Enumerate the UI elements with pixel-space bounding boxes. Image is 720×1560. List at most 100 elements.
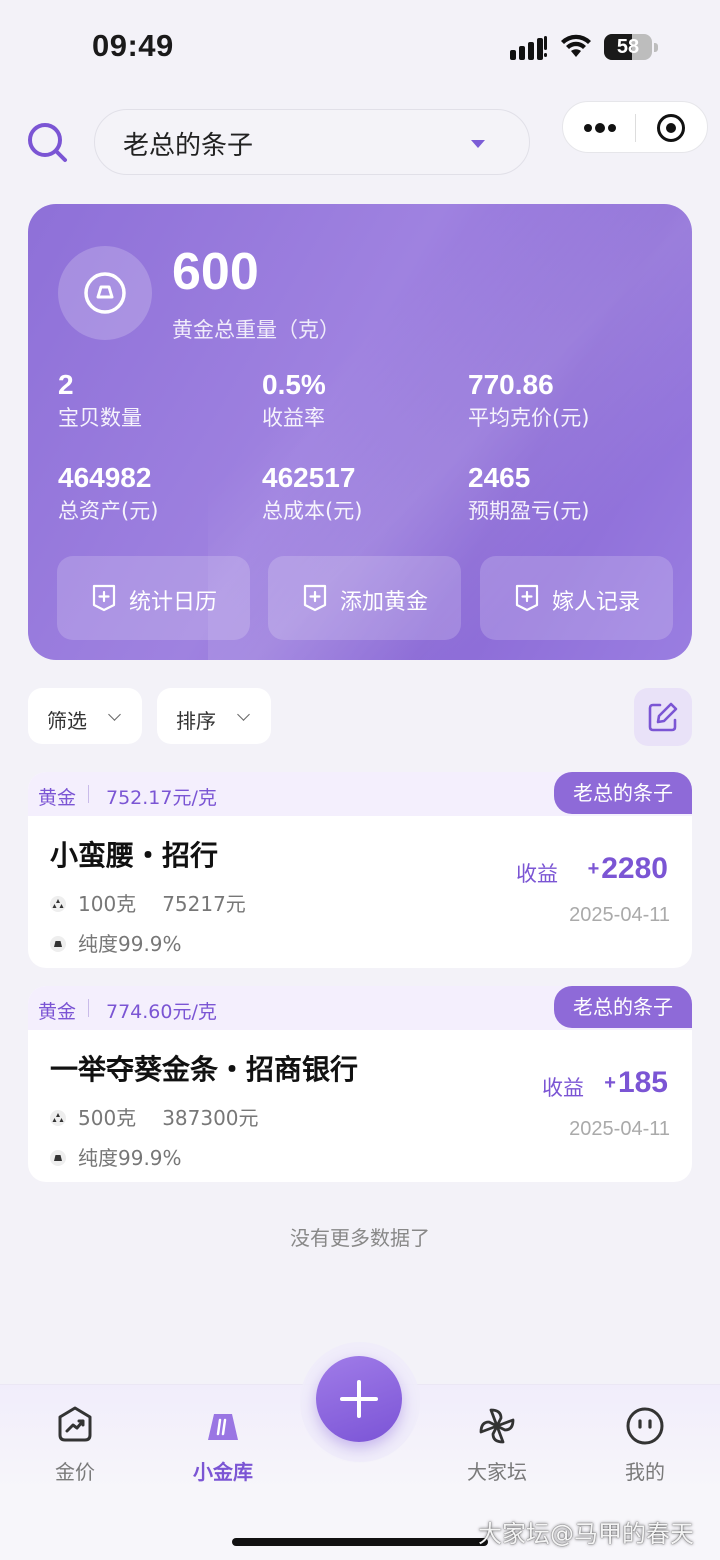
chevron-down-icon — [237, 708, 250, 721]
sort-dropdown[interactable]: 排序 — [157, 688, 271, 744]
marriage-record-button[interactable]: 嫁人记录 — [480, 556, 673, 640]
trend-icon — [58, 1406, 92, 1442]
item-unit-price: 752.17元/克 — [106, 787, 217, 809]
item-cost: 387300元 — [162, 1106, 259, 1130]
stat-return-rate: 0.5% 收益率 — [262, 368, 326, 433]
summary-card: 600 黄金总重量（克） 2 宝贝数量 0.5% 收益率 770.86 平均克价… — [28, 204, 692, 660]
item-unit-price: 774.60元/克 — [106, 1001, 217, 1023]
stat-value: 462517 — [262, 462, 356, 493]
profit-amount: 2280 — [601, 852, 668, 885]
item-type: 黄金 — [38, 787, 77, 809]
item-account-tag: 老总的条子 — [554, 772, 692, 814]
filter-dropdown[interactable]: 筛选 — [28, 688, 142, 744]
close-target-icon[interactable] — [657, 114, 685, 142]
item-purity: 纯度99.9% — [78, 932, 182, 956]
gold-bar-small-icon — [50, 936, 66, 952]
stat-label: 总成本(元) — [262, 499, 363, 523]
gold-pile-icon — [50, 1110, 66, 1126]
item-purity-row: 纯度99.9% — [50, 928, 182, 957]
item-weight-cost: 500克 387300元 — [50, 1102, 259, 1131]
add-gold-button[interactable]: 添加黄金 — [268, 556, 461, 640]
gold-pile-icon — [50, 896, 66, 912]
item-date: 2025-04-11 — [569, 904, 670, 926]
tab-mine[interactable]: 我的 — [590, 1404, 700, 1484]
item-type: 黄金 — [38, 1001, 77, 1023]
total-weight-value: 600 — [172, 243, 259, 301]
stat-label: 总资产(元) — [58, 499, 159, 523]
gold-bar-small-icon — [50, 1150, 66, 1166]
add-doc-icon — [92, 584, 116, 612]
tab-vault[interactable]: 小金库 — [168, 1404, 278, 1484]
edit-button[interactable] — [634, 688, 692, 746]
status-time: 09:49 — [92, 28, 174, 63]
stat-label: 预期盈亏(元) — [468, 499, 590, 523]
add-doc-icon — [303, 584, 327, 612]
stat-label: 平均克价(元) — [468, 406, 590, 430]
account-selector[interactable]: 老总的条子 — [94, 109, 530, 175]
mini-program-capsule — [562, 101, 708, 153]
tab-label: 金价 — [55, 1460, 95, 1484]
gold-item-card[interactable]: 黄金 752.17元/克 老总的条子 小蛮腰・招行 100克 75217元 纯度9… — [28, 772, 692, 968]
cellular-signal-icon — [510, 36, 547, 60]
watermark: 大家坛@马甲的春天 — [478, 1520, 694, 1548]
list-end-text: 没有更多数据了 — [290, 1226, 430, 1250]
profit-value: +185 — [548, 1066, 668, 1100]
caret-down-icon — [471, 140, 485, 148]
item-account-tag: 老总的条子 — [554, 986, 692, 1028]
stat-value: 2465 — [468, 462, 531, 493]
tab-label: 我的 — [625, 1460, 665, 1484]
stat-value: 464982 — [58, 462, 152, 493]
item-date: 2025-04-11 — [569, 1118, 670, 1140]
sort-label: 排序 — [176, 709, 216, 733]
stats-calendar-button[interactable]: 统计日历 — [57, 556, 250, 640]
gold-ingot-badge — [58, 246, 152, 340]
item-weight: 500克 — [78, 1106, 137, 1130]
stat-value: 0.5% — [262, 369, 326, 400]
tab-forum[interactable]: 大家坛 — [442, 1404, 552, 1484]
gold-bar-icon — [208, 1414, 238, 1440]
chevron-down-icon — [108, 708, 121, 721]
action-label: 添加黄金 — [340, 590, 429, 615]
action-label: 统计日历 — [129, 590, 218, 615]
search-icon[interactable] — [26, 120, 70, 164]
item-weight: 100克 — [78, 892, 137, 916]
stat-item-count: 2 宝贝数量 — [58, 368, 142, 433]
stat-total-cost: 462517 总成本(元) — [262, 461, 362, 526]
tab-label: 大家坛 — [467, 1460, 527, 1484]
action-label: 嫁人记录 — [552, 590, 641, 615]
stat-value: 2 — [58, 369, 74, 400]
home-indicator[interactable] — [232, 1538, 488, 1546]
add-doc-icon — [515, 584, 539, 612]
stat-avg-price: 770.86 平均克价(元) — [468, 368, 589, 433]
total-weight-label: 黄金总重量（克） — [172, 318, 340, 342]
item-purity: 纯度99.9% — [78, 1146, 182, 1170]
gold-ingot-icon — [84, 272, 126, 314]
item-purity-row: 纯度99.9% — [50, 1142, 182, 1171]
item-name: 一举夺葵金条・招商银行 — [50, 1053, 359, 1086]
battery-icon: 58 — [604, 34, 658, 60]
smiley-icon — [626, 1407, 664, 1445]
account-name: 老总的条子 — [123, 131, 254, 161]
filter-label: 筛选 — [47, 709, 87, 733]
profit-amount: 185 — [617, 1066, 668, 1099]
stat-value: 770.86 — [468, 369, 554, 400]
tab-label: 小金库 — [193, 1460, 253, 1484]
stat-total-assets: 464982 总资产(元) — [58, 461, 158, 526]
tab-gold-price[interactable]: 金价 — [20, 1404, 130, 1484]
stat-label: 收益率 — [262, 406, 325, 430]
more-icon[interactable] — [583, 118, 617, 138]
stat-label: 宝贝数量 — [58, 406, 142, 430]
profit-sign: + — [604, 1072, 616, 1094]
add-button[interactable] — [316, 1356, 402, 1442]
profit-sign: + — [587, 858, 600, 880]
item-weight-cost: 100克 75217元 — [50, 888, 246, 917]
item-cost: 75217元 — [162, 892, 246, 916]
gold-item-card[interactable]: 黄金 774.60元/克 老总的条子 一举夺葵金条・招商银行 500克 38730… — [28, 986, 692, 1182]
edit-icon — [648, 702, 678, 732]
pinwheel-icon — [479, 1408, 515, 1444]
profit-value: +2280 — [548, 852, 668, 886]
item-name: 小蛮腰・招行 — [50, 839, 219, 872]
stat-expected-pnl: 2465 预期盈亏(元) — [468, 461, 589, 526]
battery-level: 58 — [616, 36, 640, 58]
wifi-icon — [561, 34, 591, 57]
